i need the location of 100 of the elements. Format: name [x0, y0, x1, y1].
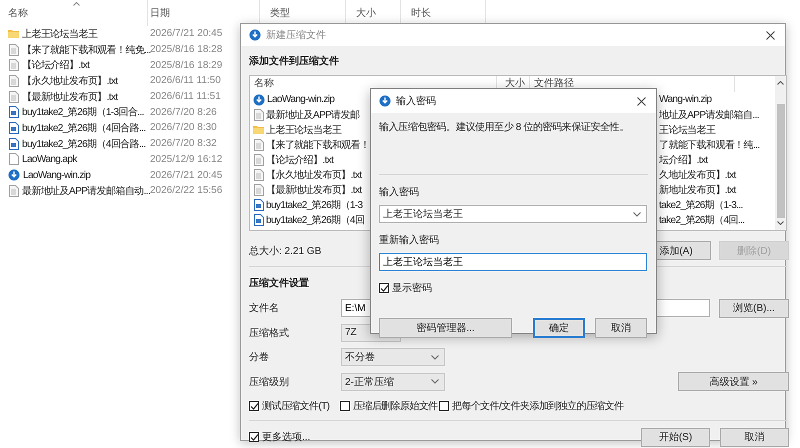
browse-button[interactable]: 浏览(B)... — [719, 298, 789, 318]
field-label: 分卷 — [249, 351, 270, 364]
button[interactable]: 密码管理器... — [379, 318, 512, 338]
field-label: 压缩格式 — [249, 326, 290, 340]
column-header[interactable]: 名称 — [8, 0, 148, 26]
document-icon — [253, 108, 264, 120]
checkmark-icon — [380, 284, 388, 292]
dropdown-caret-icon — [633, 212, 641, 216]
field-label: 输入密码 — [379, 186, 420, 199]
archive-app-icon — [249, 29, 261, 41]
volume-dropdown[interactable]: 不分卷 — [341, 348, 445, 366]
checkbox-label: 测试压缩文件(T) — [262, 400, 330, 413]
scroll-up-icon — [777, 81, 784, 85]
checkbox-label: 更多选项... — [262, 430, 310, 444]
file-name[interactable]: 【论坛介绍】.txt — [266, 152, 334, 166]
file-date: 2026/7/21 20:45 — [150, 170, 222, 181]
button[interactable]: 取消 — [595, 318, 647, 338]
button[interactable]: 确定 — [533, 318, 585, 338]
document-icon — [8, 59, 19, 72]
close-icon — [766, 30, 774, 40]
file-name[interactable]: 上老王论坛当老王 — [22, 26, 98, 41]
file-path: take2_第26期（1-3... — [659, 198, 743, 212]
file-name[interactable]: LaoWang-win.zip — [23, 170, 90, 181]
checkbox[interactable] — [249, 432, 259, 442]
section-heading: 压缩文件设置 — [249, 276, 309, 290]
scrollbar[interactable] — [775, 76, 786, 230]
file-name[interactable]: 【来了就能下载和观看！ — [266, 138, 370, 152]
checkmark-icon — [250, 432, 258, 442]
checkmark-icon — [250, 402, 258, 410]
window-title: 新建压缩文件 — [266, 28, 326, 42]
file-path: take2_第26期（4回... — [659, 214, 744, 226]
file-name[interactable]: 【最新地址发布页】.txt — [266, 182, 362, 196]
file-name[interactable]: buy1take2_第26期（4回 — [266, 212, 364, 226]
file-name[interactable]: LaoWang-win.zip — [267, 94, 334, 105]
level-dropdown[interactable]: 2-正常压缩 — [341, 372, 445, 391]
checkbox-label: 显示密码 — [392, 282, 432, 295]
document-icon — [253, 138, 264, 150]
file-path: 坛介绍】.txt — [659, 154, 708, 166]
advanced-settings-button[interactable]: 高级设置 » — [678, 372, 789, 392]
confirm-password-field[interactable]: 上老王论坛当老王 — [379, 253, 647, 271]
file-path: 了就能下载和观看！纯... — [659, 138, 760, 152]
file-date: 2025/8/16 18:28 — [150, 44, 222, 56]
window-title: 输入密码 — [396, 94, 436, 108]
checkbox[interactable] — [439, 401, 449, 411]
document-icon — [8, 44, 19, 56]
document-icon — [8, 184, 19, 197]
file-date: 2025/8/16 18:29 — [150, 60, 222, 71]
file-date: 2026/6/11 11:51 — [150, 91, 221, 102]
document-icon — [253, 168, 264, 180]
document-icon — [8, 74, 19, 87]
password-field[interactable]: 上老王论坛当老王 — [379, 205, 647, 223]
field-label: 压缩级别 — [249, 376, 290, 389]
file-name[interactable]: 【论坛介绍】.txt — [22, 58, 90, 72]
file-date: 2026/7/21 20:45 — [150, 28, 222, 40]
close-icon — [636, 96, 646, 106]
file-name[interactable]: 【永久地址发布页】.txt — [266, 168, 362, 182]
folder-icon — [253, 124, 264, 135]
file-name[interactable]: 上老王论坛当老王 — [266, 122, 342, 136]
file-name[interactable]: 【最新地址发布页】.txt — [22, 90, 118, 104]
archive-app-icon — [253, 94, 265, 106]
hint-text: 输入压缩包密码。建议使用至少 8 位的密码来保证安全性。 — [379, 120, 630, 134]
file-name[interactable]: buy1take2_第26期（4回合路... — [22, 136, 146, 151]
document-icon — [253, 154, 264, 166]
button[interactable]: 开始(S) — [641, 428, 710, 446]
file-name[interactable]: 最新地址及APP请发邮 — [266, 108, 360, 122]
file-name[interactable]: LaoWang.apk — [22, 154, 77, 165]
close-button[interactable] — [763, 28, 777, 42]
close-button[interactable] — [634, 94, 648, 108]
scrollbar-thumb[interactable] — [776, 104, 784, 218]
folder-icon — [8, 28, 19, 40]
file-name[interactable]: buy1take2_第26期（4回合路... — [22, 120, 146, 135]
dropdown-caret-icon — [431, 354, 439, 360]
file-date: 2026/7/20 8:30 — [150, 122, 217, 134]
archive-app-icon — [8, 169, 20, 182]
file-date: 2026/6/11 11:50 — [150, 75, 221, 86]
file-path: 王论坛当老王 — [659, 124, 716, 136]
file-path: 新地址发布页】.txt — [659, 184, 736, 196]
document-icon — [8, 90, 19, 103]
file-date: 2026/2/22 15:56 — [150, 185, 222, 196]
file-date: 2026/7/20 8:26 — [150, 106, 217, 118]
dropdown-caret-icon — [431, 379, 439, 384]
file-name[interactable]: 【永久地址发布页】.txt — [22, 74, 118, 88]
section-heading: 添加文件到压缩文件 — [249, 54, 339, 68]
file-name[interactable]: buy1take2_第26期（1-3 — [266, 198, 362, 212]
checkbox[interactable] — [249, 401, 259, 411]
button[interactable]: 取消 — [720, 428, 789, 446]
checkbox[interactable] — [340, 401, 350, 411]
file-name[interactable]: 最新地址及APP请发邮箱自动... — [22, 184, 150, 198]
total-size: 总大小: 2.21 GB — [249, 244, 322, 258]
file-name[interactable]: buy1take2_第26期（1-3回合... — [22, 105, 144, 120]
checkbox[interactable] — [379, 283, 389, 293]
file-path: 久地址发布页】.txt — [659, 168, 736, 182]
file-date: 2026/7/20 8:32 — [150, 138, 217, 150]
video-file-icon — [8, 138, 19, 150]
file-date: 2025/12/9 16:12 — [150, 154, 222, 165]
file-name[interactable]: 【来了就能下载和观看！纯免... — [22, 42, 151, 57]
video-file-icon — [8, 106, 19, 118]
video-file-icon — [253, 198, 264, 210]
field-label: 重新输入密码 — [379, 234, 440, 247]
checkbox-label: 把每个文件/文件夹添加到独立的压缩文件 — [452, 400, 624, 413]
